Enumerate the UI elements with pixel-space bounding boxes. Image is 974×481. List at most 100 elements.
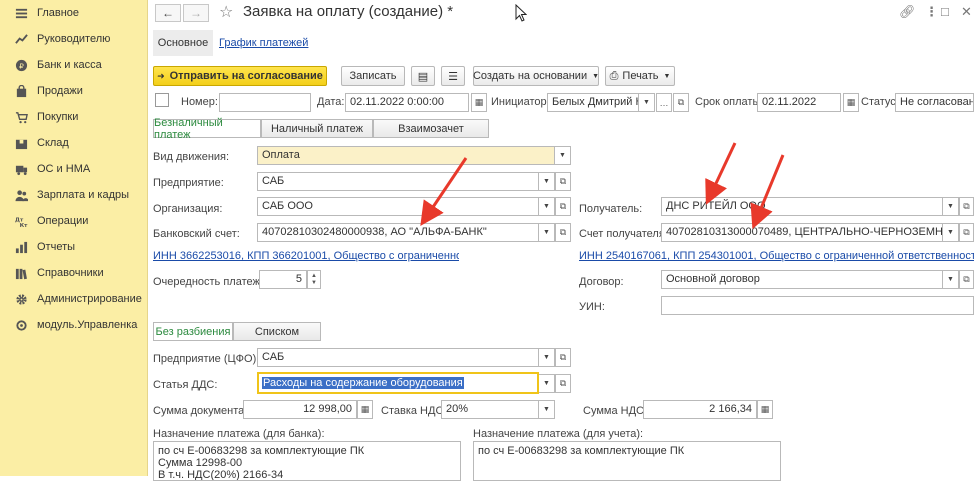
sidebar-item-reports[interactable]: Отчеты <box>0 234 148 260</box>
vat-calculator-button[interactable]: ▦ <box>757 400 773 419</box>
sidebar-item-warehouse[interactable]: Склад <box>0 130 148 156</box>
enterprise-open-button[interactable]: ⧉ <box>555 172 571 191</box>
vat-amount-field[interactable]: 2 166,34 <box>643 400 757 419</box>
favorite-star-icon[interactable]: ☆ <box>219 2 233 22</box>
dds-open-button[interactable]: ⧉ <box>555 374 571 393</box>
organization-inn-link[interactable]: ИНН 3662253016, КПП 366201001, Общество … <box>153 250 459 262</box>
calculator-icon: ▦ <box>760 404 770 414</box>
back-button[interactable]: ← <box>155 4 181 22</box>
save-button[interactable]: Записать <box>341 66 405 86</box>
payment-priority-stepper[interactable]: ▲ ▼ <box>307 270 321 289</box>
contract-dropdown[interactable]: ▼ <box>943 270 959 289</box>
create-based-on-button[interactable]: Создать на основании ▼ <box>473 66 599 86</box>
initiator-open-button[interactable]: ⧉ <box>673 93 689 112</box>
close-icon[interactable]: ✕ <box>961 4 972 20</box>
number-field[interactable] <box>219 93 311 112</box>
contract-open-button[interactable]: ⧉ <box>959 270 974 289</box>
payment-priority-field[interactable]: 5 <box>259 270 307 289</box>
document-amount-field[interactable]: 12 998,00 <box>243 400 357 419</box>
purpose-accounting-textarea[interactable]: по сч Е-00683298 за комплектующие ПК <box>473 441 781 481</box>
bank-account-dropdown[interactable]: ▼ <box>539 223 555 242</box>
tab-no-split[interactable]: Без разбиения <box>153 322 233 341</box>
due-date-field[interactable]: 02.11.2022 <box>757 93 841 112</box>
sidebar-item-admin[interactable]: Администрирование <box>0 286 148 312</box>
initiator-field[interactable]: Белых Дмитрий Ю <box>547 93 639 112</box>
sidebar-item-bank[interactable]: ₽ Банк и касса <box>0 52 148 78</box>
due-date-calendar-button[interactable]: ▦ <box>843 93 859 112</box>
open-link-icon: ⧉ <box>963 201 970 211</box>
bank-account-field[interactable]: 40702810302480000938, АО "АЛЬФА-БАНК" <box>257 223 539 242</box>
bank-account-open-button[interactable]: ⧉ <box>555 223 571 242</box>
sidebar-item-manager[interactable]: Руководителю <box>0 26 148 52</box>
date-calendar-button[interactable]: ▦ <box>471 93 487 112</box>
recipient-label: Получатель: <box>579 203 643 215</box>
sidebar-item-salary[interactable]: Зарплата и кадры <box>0 182 148 208</box>
sidebar-item-operations[interactable]: Дт Кт Операции <box>0 208 148 234</box>
sidebar-item-module[interactable]: модуль.Управленка <box>0 312 148 338</box>
recipient-account-dropdown[interactable]: ▼ <box>943 223 959 242</box>
cfo-field[interactable]: САБ <box>257 348 539 367</box>
cfo-open-button[interactable]: ⧉ <box>555 348 571 367</box>
tab-offset[interactable]: Взаимозачет <box>373 119 489 138</box>
recipient-account-open-button[interactable]: ⧉ <box>959 223 974 242</box>
sidebar-item-purchases[interactable]: Покупки <box>0 104 148 130</box>
chevron-down-icon: ▼ <box>543 354 550 361</box>
sidebar-item-sales[interactable]: Продажи <box>0 78 148 104</box>
amount-calculator-button[interactable]: ▦ <box>357 400 373 419</box>
more-icon[interactable]: ⋮ <box>925 4 938 20</box>
purpose-bank-textarea[interactable]: по сч Е-00683298 за комплектующие ПК Сум… <box>153 441 461 481</box>
chevron-down-icon: ▼ <box>643 99 650 106</box>
tab-split-list[interactable]: Списком <box>233 322 321 341</box>
tab-payment-schedule[interactable]: График платежей <box>219 37 308 49</box>
number-label: Номер: <box>181 96 218 108</box>
initiator-dropdown[interactable]: ▼ <box>639 93 655 112</box>
chevron-down-icon: ▼ <box>543 178 550 185</box>
organization-open-button[interactable]: ⧉ <box>555 197 571 216</box>
recipient-field[interactable]: ДНС РИТЕЙЛ ООО <box>661 197 943 216</box>
restore-window-icon[interactable]: □ <box>941 4 949 19</box>
initiator-more-button[interactable]: … <box>656 93 672 112</box>
payment-priority-label: Очередность платежа: <box>153 276 270 288</box>
contract-field[interactable]: Основной договор <box>661 270 943 289</box>
cfo-dropdown[interactable]: ▼ <box>539 348 555 367</box>
link-icon[interactable]: 🔗︎ <box>899 4 916 20</box>
vat-amount-label: Сумма НДС: <box>583 405 648 417</box>
sidebar-item-catalogs[interactable]: Справочники <box>0 260 148 286</box>
forward-button[interactable]: → <box>183 4 209 22</box>
tab-main[interactable]: Основное <box>153 30 213 56</box>
tab-cash-payment[interactable]: Наличный платеж <box>261 119 373 138</box>
sidebar-item-label: Банк и касса <box>37 59 102 71</box>
date-field[interactable]: 02.11.2022 0:00:00 <box>345 93 469 112</box>
due-date-label: Срок оплаты: <box>695 96 764 108</box>
sidebar-item-assets[interactable]: ОС и НМА <box>0 156 148 182</box>
organization-field[interactable]: САБ ООО <box>257 197 539 216</box>
vat-rate-dropdown[interactable]: ▼ <box>539 400 555 419</box>
dds-field[interactable]: Расходы на содержание оборудования <box>257 372 539 394</box>
movement-field[interactable]: Оплата <box>257 146 555 165</box>
chart-icon <box>14 240 28 254</box>
uin-field[interactable] <box>661 296 974 315</box>
chevron-down-icon: ▼ <box>311 279 317 286</box>
vat-rate-field[interactable]: 20% <box>441 400 539 419</box>
organization-dropdown[interactable]: ▼ <box>539 197 555 216</box>
post-doc-button[interactable]: ▤ <box>411 66 435 86</box>
number-checkbox[interactable] <box>155 93 169 107</box>
tab-cashless-payment[interactable]: Безналичный платеж <box>153 117 261 141</box>
sidebar-item-label: Отчеты <box>37 241 76 253</box>
recipient-account-field[interactable]: 40702810313000070489, ЦЕНТРАЛЬНО-ЧЕРНОЗЕ… <box>661 223 943 242</box>
submit-for-approval-button[interactable]: ➜ Отправить на согласование <box>153 66 327 86</box>
open-link-icon: ⧉ <box>559 378 567 388</box>
enterprise-field[interactable]: САБ <box>257 172 539 191</box>
print-button[interactable]: ⎙ Печать ▼ <box>605 66 675 86</box>
recipient-open-button[interactable]: ⧉ <box>959 197 974 216</box>
printer-icon: ⎙ <box>609 69 619 82</box>
open-link-icon: ⧉ <box>677 97 685 107</box>
recipient-dropdown[interactable]: ▼ <box>943 197 959 216</box>
enterprise-dropdown[interactable]: ▼ <box>539 172 555 191</box>
recipient-inn-link[interactable]: ИНН 2540167061, КПП 254301001, Общество … <box>579 250 974 262</box>
sidebar-item-main[interactable]: Главное <box>0 0 148 26</box>
movement-dropdown[interactable]: ▼ <box>555 146 571 165</box>
status-field[interactable]: Не согласовано <box>895 93 974 112</box>
journal-button[interactable]: ☰ <box>441 66 465 86</box>
dds-dropdown[interactable]: ▼ <box>539 374 555 393</box>
